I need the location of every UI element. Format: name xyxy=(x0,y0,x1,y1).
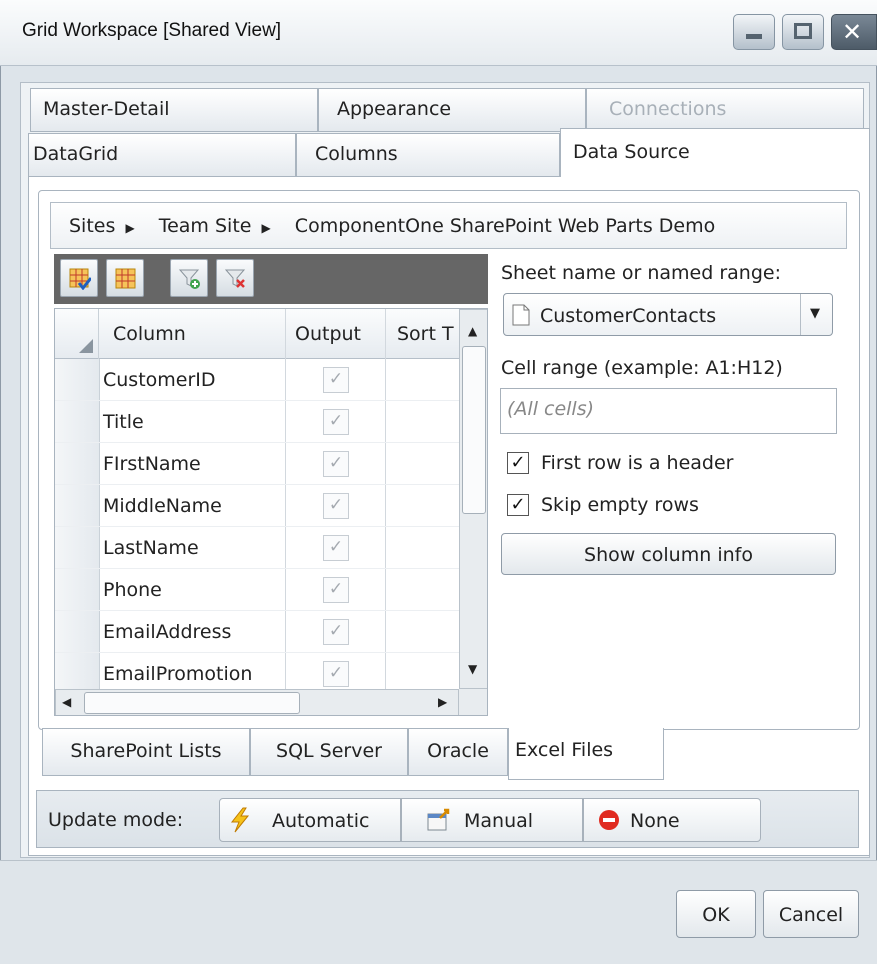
horizontal-scrollbar[interactable]: ◀ ▶ xyxy=(55,689,459,715)
stop-icon xyxy=(599,810,619,830)
update-mode-automatic[interactable]: Automatic xyxy=(219,798,401,842)
scroll-down-icon[interactable]: ▼ xyxy=(468,662,477,676)
maximize-button[interactable] xyxy=(782,14,824,50)
update-mode-none[interactable]: None xyxy=(583,798,761,842)
automatic-label: Automatic xyxy=(272,810,370,832)
scroll-right-icon[interactable]: ▶ xyxy=(438,695,447,709)
output-checkbox[interactable]: ✓ xyxy=(323,619,349,645)
none-label: None xyxy=(630,810,680,832)
skip-empty-rows-label: Skip empty rows xyxy=(541,494,699,516)
column-name-cell: Title xyxy=(103,411,144,433)
horizontal-scroll-thumb[interactable] xyxy=(84,692,300,714)
cell-range-label: Cell range (example: A1:H12) xyxy=(501,357,783,379)
dropdown-divider xyxy=(800,294,801,335)
output-checkbox[interactable]: ✓ xyxy=(323,409,349,435)
table-row[interactable]: EmailPromotion ✓ xyxy=(55,653,459,689)
table-row[interactable]: FIrstName ✓ xyxy=(55,443,459,485)
lightning-icon xyxy=(230,807,250,833)
tab-data-source[interactable]: Data Source xyxy=(560,128,870,178)
minimize-button[interactable] xyxy=(733,14,775,50)
columns-grid[interactable]: Column Output Sort T CustomerID ✓ Title … xyxy=(54,308,488,716)
scroll-corner xyxy=(459,689,487,715)
tab-oracle[interactable]: Oracle xyxy=(408,728,508,776)
tab-master-detail[interactable]: Master-Detail xyxy=(30,88,318,132)
tab-appearance[interactable]: Appearance xyxy=(318,88,586,132)
minimize-icon xyxy=(746,34,762,39)
vertical-scrollbar[interactable]: ▲ ▼ xyxy=(459,309,487,689)
column-name-cell: LastName xyxy=(103,537,199,559)
breadcrumb-item-demo[interactable]: ComponentOne SharePoint Web Parts Demo xyxy=(295,215,715,237)
filter-add-icon xyxy=(178,269,200,289)
column-name-cell: EmailAddress xyxy=(103,621,232,643)
sheet-name-value: CustomerContacts xyxy=(540,305,717,327)
select-all-corner[interactable] xyxy=(55,309,99,359)
scroll-up-icon[interactable]: ▲ xyxy=(468,324,477,338)
close-icon: ✕ xyxy=(842,18,863,46)
maximize-icon xyxy=(794,23,812,39)
remove-filter-button[interactable] xyxy=(216,259,254,297)
window-title: Grid Workspace [Shared View] xyxy=(22,20,282,41)
tab-excel-files[interactable]: Excel Files xyxy=(508,728,664,780)
select-columns-button[interactable] xyxy=(60,259,98,297)
column-header-column[interactable]: Column xyxy=(113,323,186,345)
column-name-cell: EmailPromotion xyxy=(103,663,253,685)
breadcrumb-item-sites[interactable]: Sites xyxy=(69,215,115,237)
output-checkbox[interactable]: ✓ xyxy=(323,577,349,603)
cancel-button[interactable]: Cancel xyxy=(763,890,859,938)
filter-remove-icon xyxy=(224,269,246,288)
chevron-right-icon: ▶ xyxy=(261,221,271,235)
sheet-name-label: Sheet name or named range: xyxy=(501,262,781,284)
column-header-output[interactable]: Output xyxy=(295,323,361,345)
table-row[interactable]: Phone ✓ xyxy=(55,569,459,611)
output-checkbox[interactable]: ✓ xyxy=(323,367,349,393)
show-column-info-button[interactable]: Show column info xyxy=(501,533,836,575)
first-row-header-checkbox[interactable]: ✓ xyxy=(507,452,529,474)
column-header-sort[interactable]: Sort T xyxy=(397,323,454,345)
column-name-cell: Phone xyxy=(103,579,162,601)
tab-sharepoint-lists[interactable]: SharePoint Lists xyxy=(42,728,250,776)
column-name-cell: FIrstName xyxy=(103,453,201,475)
grid-icon xyxy=(115,268,136,289)
breadcrumb: Sites ▶ Team Site ▶ ComponentOne SharePo… xyxy=(50,202,847,249)
sheet-name-dropdown[interactable]: CustomerContacts ▼ xyxy=(503,293,833,336)
table-row[interactable]: Title ✓ xyxy=(55,401,459,443)
table-row[interactable]: LastName ✓ xyxy=(55,527,459,569)
manual-update-icon xyxy=(427,808,450,831)
output-checkbox[interactable]: ✓ xyxy=(323,451,349,477)
manual-label: Manual xyxy=(464,810,534,832)
output-checkbox[interactable]: ✓ xyxy=(323,661,349,687)
tab-sql-server[interactable]: SQL Server xyxy=(250,728,408,776)
column-name-cell: MiddleName xyxy=(103,495,222,517)
column-name-cell: CustomerID xyxy=(103,369,216,391)
tab-connections: Connections xyxy=(586,88,864,132)
ok-button[interactable]: OK xyxy=(676,890,756,938)
add-filter-button[interactable] xyxy=(170,259,208,297)
update-mode-manual[interactable]: Manual xyxy=(401,798,583,842)
corner-triangle-icon xyxy=(79,339,93,353)
tab-columns[interactable]: Columns xyxy=(296,133,560,177)
breadcrumb-item-team-site[interactable]: Team Site xyxy=(159,215,252,237)
grid-layout-button[interactable] xyxy=(106,259,144,297)
grid-check-icon xyxy=(69,268,91,290)
close-button[interactable]: ✕ xyxy=(831,14,877,50)
cell-range-input[interactable]: (All cells) xyxy=(500,388,837,434)
update-mode-label: Update mode: xyxy=(48,809,184,831)
table-row[interactable]: CustomerID ✓ xyxy=(55,359,459,401)
table-row[interactable]: EmailAddress ✓ xyxy=(55,611,459,653)
output-checkbox[interactable]: ✓ xyxy=(323,535,349,561)
first-row-header-label: First row is a header xyxy=(541,452,734,474)
table-row[interactable]: MiddleName ✓ xyxy=(55,485,459,527)
chevron-down-icon[interactable]: ▼ xyxy=(810,306,820,321)
scroll-left-icon[interactable]: ◀ xyxy=(62,695,71,709)
tab-datagrid[interactable]: DataGrid xyxy=(28,133,296,177)
document-icon xyxy=(512,304,530,326)
skip-empty-rows-checkbox[interactable]: ✓ xyxy=(507,494,529,516)
output-checkbox[interactable]: ✓ xyxy=(323,493,349,519)
chevron-right-icon: ▶ xyxy=(125,221,135,235)
vertical-scroll-thumb[interactable] xyxy=(462,346,486,514)
